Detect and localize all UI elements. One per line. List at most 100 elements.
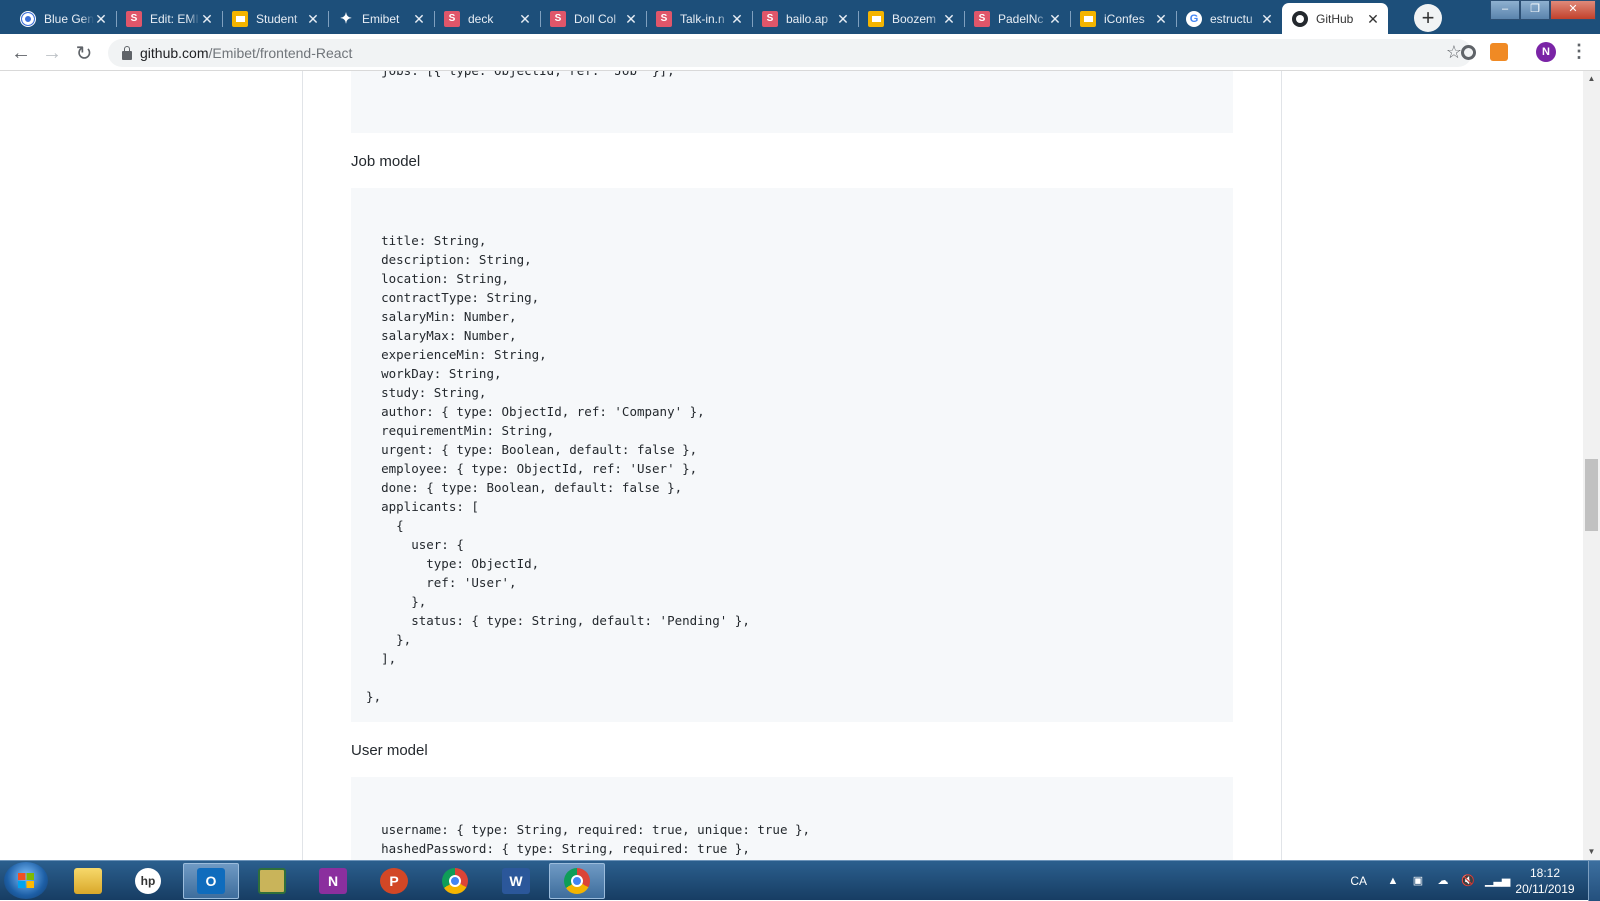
code-line: description: String, xyxy=(351,252,532,267)
start-button[interactable] xyxy=(4,862,48,899)
code-line: contractType: String, xyxy=(351,290,540,305)
code-line: requirementMin: String, xyxy=(351,423,555,438)
browser-tab[interactable]: S Doll Col ✕ xyxy=(540,3,646,34)
tab-close-icon[interactable]: ✕ xyxy=(518,12,532,26)
code-line: }, xyxy=(351,689,382,704)
code-line: employee: { type: ObjectId, ref: 'User' … xyxy=(351,461,698,476)
scrollbar-thumb[interactable] xyxy=(1585,459,1598,531)
browser-toolbar: ← → ↻ github.com/Emibet/frontend-React ☆… xyxy=(0,34,1600,71)
tab-close-icon[interactable]: ✕ xyxy=(1260,12,1274,26)
word-icon: W xyxy=(502,868,530,894)
browser-tab[interactable]: iConfes ✕ xyxy=(1070,3,1176,34)
readme-column: jobs: [{ type: ObjectId, ref: 'Job' }], … xyxy=(302,71,1282,860)
tab-title: bailo.ap xyxy=(786,11,829,26)
browser-tab[interactable]: Gestructu ✕ xyxy=(1176,3,1282,34)
browser-tab[interactable]: S Talk-in.n ✕ xyxy=(646,3,752,34)
github-icon xyxy=(1292,10,1308,27)
browser-tab[interactable]: Sdeck ✕ xyxy=(434,3,540,34)
tab-title: Blue Gen xyxy=(44,11,94,26)
tray-expand-icon[interactable]: ▲ xyxy=(1385,874,1401,888)
tab-close-icon[interactable]: ✕ xyxy=(94,12,108,26)
address-bar[interactable]: github.com/Emibet/frontend-React ☆ xyxy=(108,39,1472,67)
powerpoint-icon: P xyxy=(380,868,408,894)
taskbar-chrome[interactable] xyxy=(427,863,483,899)
browser-tab[interactable]: S PadelNc ✕ xyxy=(964,3,1070,34)
code-user-model: username: { type: String, required: true… xyxy=(351,801,810,858)
tab-close-icon[interactable]: ✕ xyxy=(306,12,320,26)
slides-icon xyxy=(232,10,248,27)
browser-tab[interactable]: Boozem ✕ xyxy=(858,3,964,34)
browser-tab[interactable]: GitHub ✕ xyxy=(1282,3,1388,34)
tab-title: Talk-in.n xyxy=(680,11,725,26)
network-icon[interactable]: ▣ xyxy=(1410,874,1426,888)
system-tray: CA ▲ ▣ ☁ 🔇 ▁▃▅ 18:12 20/11/2019 xyxy=(1350,861,1600,901)
browser-tab[interactable]: Student ✕ xyxy=(222,3,328,34)
tab-title: deck xyxy=(468,11,494,26)
code-line: status: { type: String, default: 'Pendin… xyxy=(351,613,750,628)
window-close-button[interactable]: ✕ xyxy=(1550,0,1596,20)
s-icon: S xyxy=(656,10,672,27)
taskbar-chrome-active[interactable] xyxy=(549,863,605,899)
browser-tab[interactable]: Sbailo.ap ✕ xyxy=(752,3,858,34)
volume-muted-icon[interactable]: 🔇 xyxy=(1460,874,1476,888)
extension-orange-icon[interactable] xyxy=(1490,43,1508,61)
tab-list: Blue Gen ✕ S Edit: EMI ✕ Student ✕ ✦ Emibet ✕ Sdec… xyxy=(10,3,1388,34)
restore-button[interactable]: ❐ xyxy=(1520,0,1550,20)
taskbar-powerpoint[interactable]: P xyxy=(366,863,422,899)
tab-close-icon[interactable]: ✕ xyxy=(200,12,214,26)
forward-icon[interactable]: → xyxy=(38,39,66,67)
tab-close-icon[interactable]: ✕ xyxy=(1366,12,1380,26)
minimize-button[interactable]: – xyxy=(1490,0,1520,20)
google-icon: G xyxy=(1186,10,1202,27)
tab-close-icon[interactable]: ✕ xyxy=(1048,12,1062,26)
back-icon[interactable]: ← xyxy=(7,39,35,67)
heading-job-model: Job model xyxy=(351,153,421,170)
tab-close-icon[interactable]: ✕ xyxy=(942,12,956,26)
tab-close-icon[interactable]: ✕ xyxy=(412,12,426,26)
show-desktop-button[interactable] xyxy=(1588,861,1600,901)
code-line: user: { xyxy=(351,537,464,552)
onedrive-icon[interactable]: ☁ xyxy=(1435,874,1451,888)
tab-title: Boozem xyxy=(892,11,937,26)
browser-tab[interactable]: ✦ Emibet ✕ xyxy=(328,3,434,34)
code-company: jobs: [{ type: ObjectId, ref: 'Job' }], xyxy=(351,71,675,80)
code-line: username: { type: String, required: true… xyxy=(351,822,811,837)
s-icon: S xyxy=(974,10,990,27)
tab-close-icon[interactable]: ✕ xyxy=(836,12,850,26)
chrome-icon xyxy=(564,868,590,894)
taskbar-spreadsheet[interactable] xyxy=(244,863,300,899)
onenote-icon: N xyxy=(319,868,347,894)
tab-close-icon[interactable]: ✕ xyxy=(1154,12,1168,26)
profile-avatar[interactable]: N xyxy=(1536,42,1556,62)
language-indicator[interactable]: CA xyxy=(1350,874,1367,888)
taskbar-hp-support[interactable]: hp xyxy=(120,863,176,899)
new-tab-button[interactable]: + xyxy=(1414,4,1442,32)
signal-icon[interactable]: ▁▃▅ xyxy=(1485,874,1510,888)
taskbar-file-explorer[interactable] xyxy=(60,863,116,899)
tab-close-icon[interactable]: ✕ xyxy=(624,12,638,26)
s-icon: S xyxy=(444,10,460,27)
page-scrollbar[interactable]: ▲ ▼ xyxy=(1583,71,1600,860)
code-line: { xyxy=(351,518,404,533)
code-line: salaryMax: Number, xyxy=(351,328,517,343)
code-line: urgent: { type: Boolean, default: false … xyxy=(351,442,698,457)
tab-title: iConfes xyxy=(1104,11,1145,26)
clock[interactable]: 18:12 20/11/2019 xyxy=(1510,865,1580,897)
browser-tab[interactable]: Blue Gen ✕ xyxy=(10,3,116,34)
code-line: }, xyxy=(351,594,427,609)
browser-menu-icon[interactable]: ⋮ xyxy=(1570,41,1588,61)
reload-icon[interactable]: ↻ xyxy=(70,39,98,67)
code-block-company: jobs: [{ type: ObjectId, ref: 'Job' }], xyxy=(351,71,1233,133)
code-job-model: title: String, description: String, loca… xyxy=(351,212,750,706)
scroll-down-arrow-icon[interactable]: ▼ xyxy=(1583,844,1600,860)
browser-tab[interactable]: S Edit: EMI ✕ xyxy=(116,3,222,34)
taskbar-outlook[interactable]: O xyxy=(183,863,239,899)
bookmark-star-icon[interactable]: ☆ xyxy=(1446,42,1462,63)
scroll-up-arrow-icon[interactable]: ▲ xyxy=(1583,71,1600,87)
code-block-job-model: title: String, description: String, loca… xyxy=(351,188,1233,722)
taskbar-onenote[interactable]: N xyxy=(305,863,361,899)
code-line: experienceMin: String, xyxy=(351,347,547,362)
tab-close-icon[interactable]: ✕ xyxy=(730,12,744,26)
taskbar-word[interactable]: W xyxy=(488,863,544,899)
extension-circle-icon[interactable] xyxy=(1461,45,1476,60)
